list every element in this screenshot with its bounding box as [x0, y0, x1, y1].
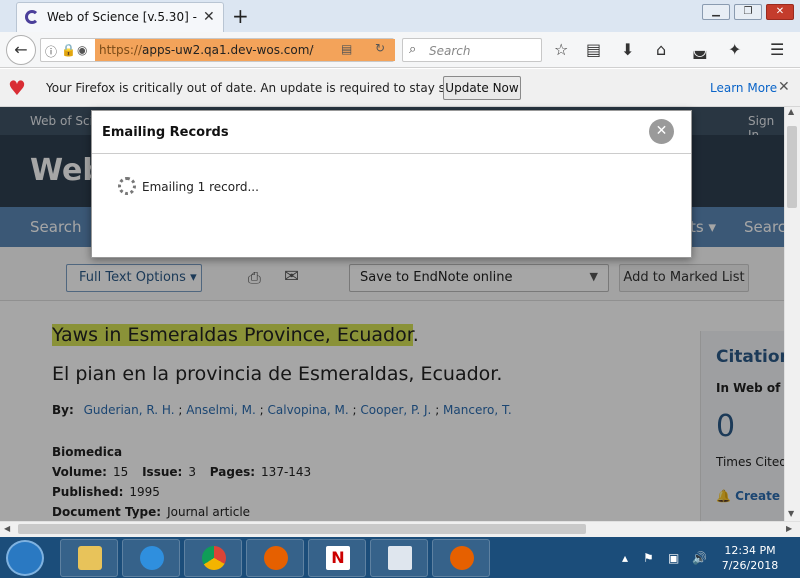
file-explorer-taskbar-icon[interactable] — [60, 539, 118, 577]
firefox-taskbar-icon[interactable] — [246, 539, 304, 577]
search-placeholder: Search — [429, 44, 471, 58]
update-now-button[interactable]: Update Now — [443, 76, 521, 100]
system-clock[interactable]: 12:34 PM 7/26/2018 — [720, 543, 780, 573]
dialog-title: Emailing Records — [102, 125, 229, 140]
network-icon[interactable]: ▣ — [668, 551, 679, 565]
chrome-taskbar-icon[interactable] — [184, 539, 242, 577]
learn-more-link[interactable]: Learn More — [710, 81, 777, 95]
internet-explorer-taskbar-icon[interactable] — [122, 539, 180, 577]
new-tab-icon[interactable]: + — [232, 4, 249, 28]
scroll-down-icon[interactable]: ▼ — [788, 509, 794, 518]
volume-icon[interactable]: 🔊 — [692, 551, 707, 565]
reader-view-icon[interactable]: ▤ — [341, 42, 352, 56]
dialog-message: Emailing 1 record... — [142, 180, 259, 194]
lock-icon: 🔒 — [61, 43, 76, 57]
maximize-button[interactable]: ❐ — [734, 4, 762, 20]
menu-icon[interactable]: ☰ — [770, 40, 784, 59]
action-center-flag-icon[interactable]: ⚑ — [643, 551, 654, 565]
scroll-right-icon[interactable]: ▶ — [786, 524, 792, 533]
info-icon[interactable]: ⓘ — [45, 43, 57, 60]
notification-close-icon[interactable]: ✕ — [778, 79, 790, 95]
url-text[interactable]: https://apps-uw2.qa1.dev-wos.com/full — [99, 43, 314, 57]
loading-spinner-icon — [118, 177, 136, 195]
firefox-active-taskbar-icon[interactable] — [432, 539, 490, 577]
dialog-close-button[interactable]: ✕ — [649, 119, 674, 144]
tab-close-icon[interactable]: ✕ — [203, 9, 215, 25]
library-icon[interactable]: ▤ — [586, 40, 601, 59]
back-button[interactable]: ← — [6, 35, 36, 65]
search-box[interactable]: ⌕ Search — [402, 38, 542, 62]
update-notification-bar: ♥ Your Firefox is critically out of date… — [0, 69, 800, 107]
browser-tab[interactable]: Web of Science [v.5.30] - CAB ✕ — [16, 2, 224, 32]
tracking-icon[interactable]: ◉ — [77, 43, 87, 57]
vertical-scroll-thumb[interactable] — [787, 126, 797, 208]
extension-icon[interactable]: ✦ — [728, 40, 741, 59]
download-icon[interactable]: ⬇ — [621, 40, 634, 59]
bookmark-star-icon[interactable]: ☆ — [554, 40, 568, 59]
scroll-left-icon[interactable]: ◀ — [4, 524, 10, 533]
horizontal-scroll-thumb[interactable] — [18, 524, 586, 534]
tab-bar: Web of Science [v.5.30] - CAB ✕ + ▁ ❐ ✕ — [0, 0, 800, 32]
notification-message: Your Firefox is critically out of date. … — [46, 81, 483, 95]
window-close-button[interactable]: ✕ — [766, 4, 794, 20]
clarivate-favicon-icon — [25, 10, 39, 24]
start-button[interactable] — [6, 540, 44, 576]
navigation-bar: ← ⓘ 🔒 ◉ https://apps-uw2.qa1.dev-wos.com… — [0, 32, 800, 68]
clock-date: 7/26/2018 — [721, 559, 779, 572]
heart-pulse-icon: ♥ — [8, 76, 26, 100]
nu-app-taskbar-icon[interactable]: N — [308, 539, 366, 577]
minimize-button[interactable]: ▁ — [702, 4, 730, 20]
url-bar[interactable]: ⓘ 🔒 ◉ https://apps-uw2.qa1.dev-wos.com/f… — [40, 38, 395, 62]
pocket-icon[interactable]: ◛ — [692, 40, 708, 59]
window-app-taskbar-icon[interactable] — [370, 539, 428, 577]
clock-time: 12:34 PM — [724, 544, 776, 557]
reload-icon[interactable]: ↻ — [375, 41, 385, 55]
emailing-records-dialog: Emailing Records ✕ Emailing 1 record... — [91, 110, 692, 258]
home-icon[interactable]: ⌂ — [656, 40, 666, 59]
tray-expand-icon[interactable]: ▴ — [622, 551, 628, 565]
dialog-header: Emailing Records ✕ — [92, 111, 691, 154]
search-icon: ⌕ — [409, 42, 417, 57]
tab-title: Web of Science [v.5.30] - CAB — [47, 10, 197, 24]
scroll-up-icon[interactable]: ▲ — [788, 107, 794, 116]
